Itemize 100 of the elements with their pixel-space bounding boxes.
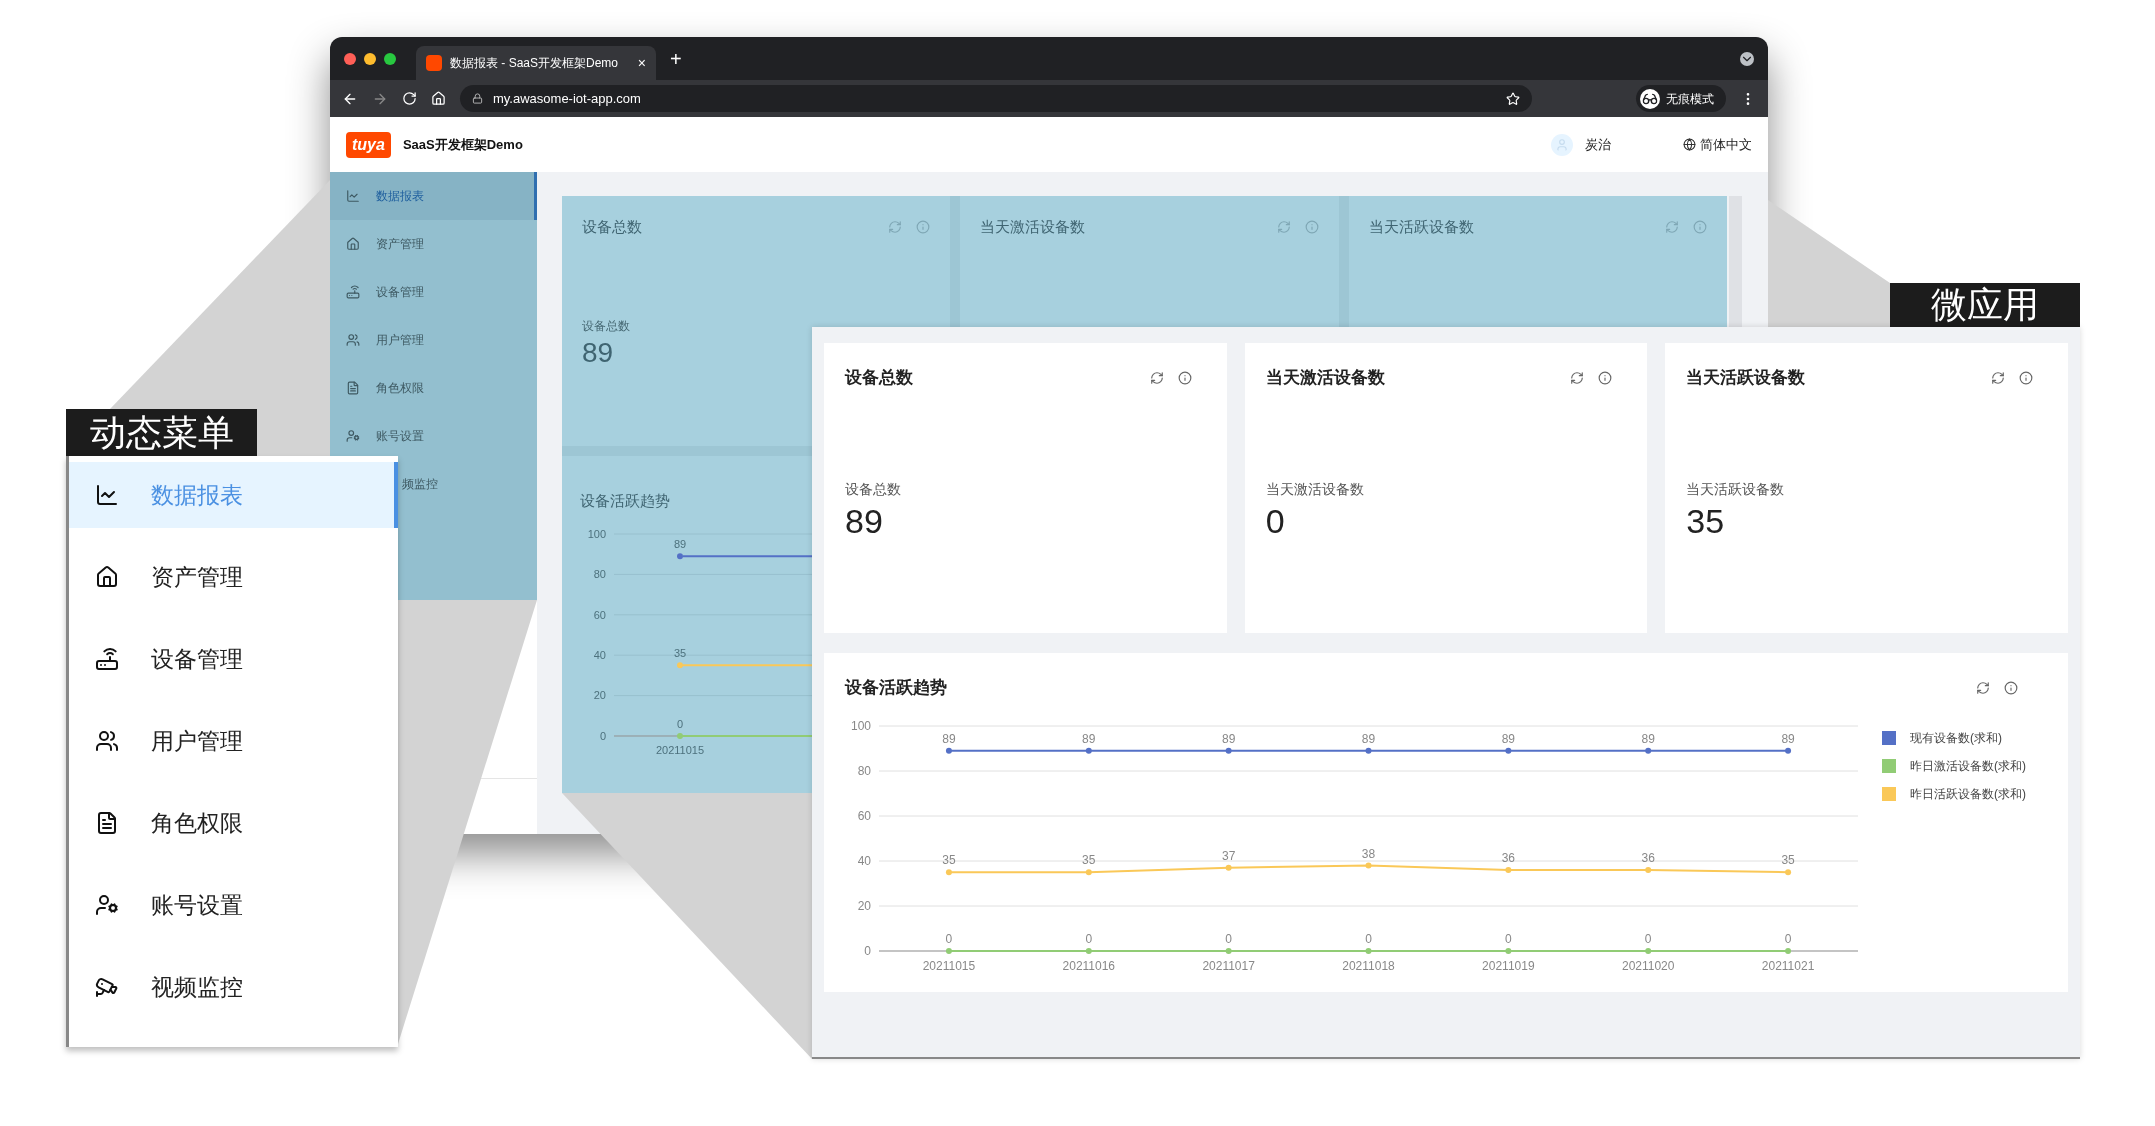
refresh-icon[interactable] xyxy=(1570,370,1585,385)
logo-icon xyxy=(426,55,442,71)
router-icon xyxy=(95,647,119,671)
menu-item[interactable]: 资产管理 xyxy=(69,544,398,610)
card-title: 设备总数 xyxy=(845,367,913,389)
axis-tick-label: 20211017 xyxy=(1202,958,1255,973)
refresh-icon[interactable] xyxy=(1991,370,2005,385)
stat-value: 0 xyxy=(1265,500,1286,542)
axis-tick-label: 40 xyxy=(857,853,871,868)
stat-label: 当天活跃设备数 xyxy=(1686,479,1786,499)
info-icon[interactable] xyxy=(2004,680,2018,695)
incognito-badge[interactable]: 无痕模式 xyxy=(1636,85,1726,112)
data-label: 0 xyxy=(1365,931,1372,946)
axis-tick-label: 20211021 xyxy=(1761,958,1815,973)
tab-close-button[interactable]: × xyxy=(637,56,646,70)
data-label: 89 xyxy=(1221,731,1236,746)
data-label: 37 xyxy=(1221,848,1236,863)
data-label: 0 xyxy=(1085,931,1093,946)
url-text: my.awasome-iot-app.com xyxy=(493,89,642,108)
card-title: 当天活跃设备数 xyxy=(1686,367,1806,389)
document-icon xyxy=(346,381,360,395)
axis-tick-label: 80 xyxy=(857,763,871,778)
data-label: 35 xyxy=(1082,852,1096,867)
stat-value: 89 xyxy=(845,500,884,542)
sidebar-item[interactable]: 资产管理 xyxy=(330,220,537,268)
data-label: 89 xyxy=(1781,731,1795,746)
sidebar-item[interactable]: 用户管理 xyxy=(330,316,537,364)
stat-label: 当天激活设备数 xyxy=(1265,479,1365,499)
axis-tick-label: 40 xyxy=(593,648,606,661)
axis-tick-label: 20211015 xyxy=(655,743,705,756)
sidebar-item[interactable]: 设备管理 xyxy=(330,268,537,316)
menu-item[interactable]: 用户管理 xyxy=(69,708,398,774)
stat-label: 设备总数 xyxy=(845,479,902,499)
menu-item[interactable]: 账号设置 xyxy=(69,872,398,938)
router-icon xyxy=(346,285,360,299)
axis-tick-label: 100 xyxy=(850,718,871,733)
data-label: 36 xyxy=(1501,850,1516,865)
data-label: 38 xyxy=(1361,846,1376,860)
minimize-window-button[interactable] xyxy=(364,52,376,65)
user-gear-icon xyxy=(95,893,119,917)
axis-tick-label: 20211018 xyxy=(1342,958,1395,973)
sidebar-item[interactable]: 账号设置 xyxy=(330,412,537,460)
info-icon[interactable] xyxy=(2019,370,2033,385)
menu-item[interactable]: 设备管理 xyxy=(69,626,398,692)
globe-icon[interactable] xyxy=(1683,138,1696,151)
axis-tick-label: 0 xyxy=(864,943,871,958)
glasses-icon xyxy=(1640,88,1660,109)
data-label: 89 xyxy=(1501,731,1516,746)
data-label: 35 xyxy=(942,852,956,867)
axis-tick-label: 0 xyxy=(599,729,606,742)
tab-title: 数据报表 - SaaS开发框架Demo xyxy=(450,55,620,72)
user-gear-icon xyxy=(346,429,360,443)
stat-label: 设备总数 xyxy=(582,317,630,335)
tab-search-icon[interactable] xyxy=(1740,51,1754,66)
card-title: 设备总数 xyxy=(582,217,642,237)
house-icon xyxy=(346,237,360,251)
card-title: 设备活跃趋势 xyxy=(845,677,947,699)
close-window-button[interactable] xyxy=(344,52,356,65)
stat-value: 35 xyxy=(1686,500,1726,542)
data-label: 0 xyxy=(1225,931,1232,946)
axis-tick-label: 20211015 xyxy=(922,958,976,973)
refresh-icon[interactable] xyxy=(1149,370,1164,385)
maximize-window-button[interactable] xyxy=(384,52,396,65)
home-icon[interactable] xyxy=(431,91,446,106)
reload-icon[interactable] xyxy=(402,91,417,106)
menu-item[interactable]: 视频监控 xyxy=(69,954,398,1020)
info-icon[interactable] xyxy=(1177,370,1192,385)
callout-label: 微应用 xyxy=(1890,283,2080,327)
bookmark-star-icon[interactable] xyxy=(1506,91,1520,106)
card-title: 当天激活设备数 xyxy=(980,217,1086,237)
logo: tuya xyxy=(346,131,391,158)
card-title: 当天激活设备数 xyxy=(1265,367,1385,389)
scrollbar[interactable] xyxy=(1729,196,1742,327)
axis-tick-label: 60 xyxy=(857,808,871,823)
new-tab-button[interactable]: + xyxy=(670,48,682,69)
menu-item[interactable]: 角色权限 xyxy=(69,790,398,856)
info-icon[interactable] xyxy=(1598,370,1613,385)
legend-label[interactable]: 现有设备数(求和) xyxy=(1910,728,2002,747)
legend-label[interactable]: 昨日激活设备数(求和) xyxy=(1910,756,2026,775)
card-title: 当天活跃设备数 xyxy=(1368,217,1474,237)
legend-label[interactable]: 昨日活跃设备数(求和) xyxy=(1910,784,2026,803)
data-label: 0 xyxy=(1505,931,1512,946)
sidebar-item[interactable]: 角色权限 xyxy=(330,364,537,412)
address-bar[interactable]: my.awasome-iot-app.com xyxy=(460,85,1532,112)
refresh-icon[interactable] xyxy=(1976,680,1990,695)
house-icon xyxy=(95,565,119,589)
lock-icon xyxy=(472,93,483,104)
browser-tab[interactable]: 数据报表 - SaaS开发框架Demo × xyxy=(416,46,656,80)
stat-value: 89 xyxy=(582,335,614,370)
camera-icon xyxy=(95,975,119,999)
document-icon xyxy=(95,811,119,835)
data-label: 35 xyxy=(1781,852,1795,867)
data-label: 89 xyxy=(942,731,956,746)
data-label: 89 xyxy=(673,537,687,550)
chart-icon xyxy=(95,483,119,507)
axis-tick-label: 20211020 xyxy=(1621,958,1675,973)
language-selector[interactable]: 简体中文 xyxy=(1700,134,1752,155)
axis-tick-label: 80 xyxy=(593,567,606,580)
data-label: 0 xyxy=(1644,931,1652,946)
user-name[interactable]: 炭治 xyxy=(1585,134,1611,155)
